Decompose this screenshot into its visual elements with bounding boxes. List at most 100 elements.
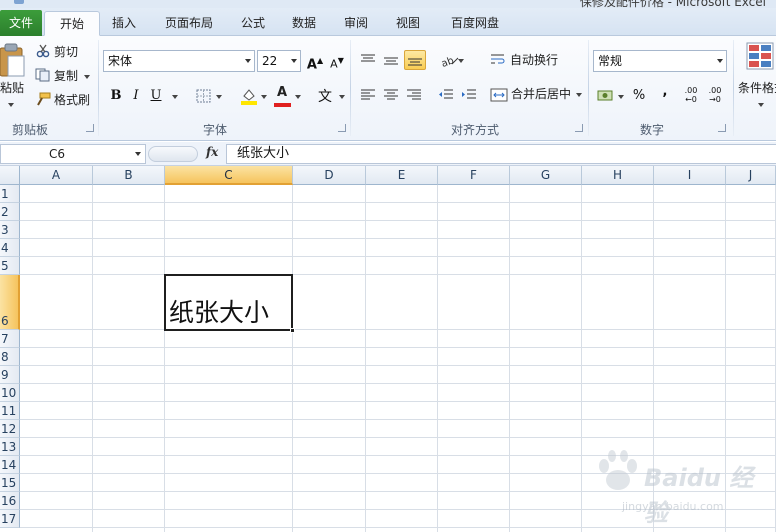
align-middle-icon[interactable] <box>383 53 399 67</box>
select-all-button[interactable] <box>0 166 20 185</box>
align-center-icon[interactable] <box>383 88 399 102</box>
row-header-17[interactable]: 17 <box>0 510 20 528</box>
percent-button[interactable]: % <box>630 87 648 105</box>
tab-view[interactable]: 视图 <box>386 11 430 36</box>
align-bottom-button[interactable] <box>404 50 426 70</box>
font-name-combo[interactable]: 宋体 <box>103 50 255 72</box>
tab-review[interactable]: 审阅 <box>334 11 378 36</box>
fill-color-dropdown-icon[interactable] <box>261 95 267 99</box>
currency-icon[interactable] <box>597 88 615 104</box>
orientation-icon[interactable]: ab <box>440 53 460 67</box>
italic-button[interactable]: I <box>127 87 145 105</box>
name-box-dropdown-icon[interactable] <box>135 152 141 156</box>
tab-file[interactable]: 文件 <box>0 10 42 37</box>
border-dropdown-icon[interactable] <box>216 95 222 99</box>
merge-dropdown-icon[interactable] <box>576 93 582 97</box>
worksheet-grid[interactable]: A B C D E F G H I J 1 2 3 4 5 6 7 8 9 10 11 12 13 14 15 16 17 纸张大小 … <box>0 166 776 532</box>
formula-input[interactable]: 纸张大小 <box>226 144 776 164</box>
number-format-dropdown-icon[interactable] <box>717 59 723 63</box>
tab-insert[interactable]: 插入 <box>102 11 146 36</box>
fill-color-icon[interactable] <box>240 87 258 105</box>
decrease-indent-icon[interactable] <box>438 88 454 102</box>
conditional-formatting-dropdown-icon[interactable] <box>758 103 764 107</box>
row-header-7[interactable]: 7 <box>0 330 20 348</box>
tab-home[interactable]: 开始 <box>44 11 100 36</box>
border-icon[interactable] <box>196 89 212 103</box>
cell-c6-value[interactable]: 纸张大小 <box>169 298 269 328</box>
name-box[interactable]: C6 <box>0 144 146 164</box>
paste-icon[interactable] <box>0 42 26 78</box>
fill-handle[interactable] <box>290 328 295 333</box>
conditional-formatting-button[interactable]: 条件格式 <box>738 78 776 98</box>
comma-button[interactable]: , <box>656 83 674 101</box>
column-header-f[interactable]: F <box>438 166 510 185</box>
wrap-text-button[interactable]: 自动换行 <box>510 50 558 70</box>
cut-button[interactable]: 剪切 <box>54 42 78 62</box>
orientation-dropdown-icon[interactable] <box>458 59 464 63</box>
underline-dropdown-icon[interactable] <box>172 95 178 99</box>
bold-button[interactable]: B <box>107 87 125 105</box>
row-header-1[interactable]: 1 <box>0 185 20 203</box>
font-launcher-icon[interactable] <box>338 124 346 132</box>
column-header-c[interactable]: C <box>165 166 293 185</box>
row-header-10[interactable]: 10 <box>0 384 20 402</box>
conditional-formatting-icon[interactable] <box>746 42 774 74</box>
column-header-j[interactable]: J <box>726 166 776 185</box>
copy-dropdown-icon[interactable] <box>84 75 90 79</box>
copy-button[interactable]: 复制 <box>54 66 78 86</box>
shrink-font-button[interactable]: A▼ <box>328 52 346 71</box>
quick-access-icon[interactable] <box>14 0 24 4</box>
tab-data[interactable]: 数据 <box>282 11 326 36</box>
align-left-icon[interactable] <box>360 88 376 102</box>
column-header-h[interactable]: H <box>582 166 654 185</box>
align-top-icon[interactable] <box>360 53 376 67</box>
paste-dropdown-icon[interactable] <box>8 103 14 107</box>
row-header-13[interactable]: 13 <box>0 438 20 456</box>
tab-formulas[interactable]: 公式 <box>232 11 274 36</box>
row-header-14[interactable]: 14 <box>0 456 20 474</box>
row-header-5[interactable]: 5 <box>0 257 20 275</box>
font-name-dropdown-icon[interactable] <box>245 59 251 63</box>
row-header-16[interactable]: 16 <box>0 492 20 510</box>
row-header-15[interactable]: 15 <box>0 474 20 492</box>
grow-font-button[interactable]: A▲ <box>306 52 324 72</box>
align-right-icon[interactable] <box>406 88 422 102</box>
paste-button[interactable]: 粘贴 <box>0 78 24 98</box>
column-header-g[interactable]: G <box>510 166 582 185</box>
decrease-decimal-button[interactable]: .00 →0 <box>706 86 724 104</box>
phonetic-button[interactable]: 文 <box>316 88 334 106</box>
tab-baidu-netdisk[interactable]: 百度网盘 <box>440 11 510 36</box>
alignment-launcher-icon[interactable] <box>575 124 583 132</box>
row-header-2[interactable]: 2 <box>0 203 20 221</box>
column-header-b[interactable]: B <box>93 166 165 185</box>
currency-dropdown-icon[interactable] <box>618 95 624 99</box>
column-header-a[interactable]: A <box>20 166 93 185</box>
column-header-e[interactable]: E <box>366 166 438 185</box>
font-color-dropdown-icon[interactable] <box>295 95 301 99</box>
row-header-3[interactable]: 3 <box>0 221 20 239</box>
row-header-12[interactable]: 12 <box>0 420 20 438</box>
row-header-8[interactable]: 8 <box>0 348 20 366</box>
column-header-i[interactable]: I <box>654 166 726 185</box>
phonetic-dropdown-icon[interactable] <box>339 95 345 99</box>
font-color-button[interactable]: A <box>273 84 291 102</box>
underline-button[interactable]: U <box>147 87 165 105</box>
row-header-4[interactable]: 4 <box>0 239 20 257</box>
increase-decimal-button[interactable]: .00 ←0 <box>682 86 700 104</box>
row-header-6[interactable]: 6 <box>0 275 20 330</box>
font-size-combo[interactable]: 22 <box>257 50 301 72</box>
increase-indent-icon[interactable] <box>461 88 477 102</box>
clipboard-launcher-icon[interactable] <box>86 124 94 132</box>
row-header-11[interactable]: 11 <box>0 402 20 420</box>
insert-function-icon[interactable]: fx <box>206 145 218 159</box>
number-launcher-icon[interactable] <box>718 124 726 132</box>
merge-center-button[interactable]: 合并后居中 <box>511 84 571 104</box>
format-painter-button[interactable]: 格式刷 <box>54 90 90 110</box>
column-header-d[interactable]: D <box>293 166 366 185</box>
formula-bar-resize-handle[interactable] <box>148 146 198 162</box>
tab-page-layout[interactable]: 页面布局 <box>154 11 224 36</box>
number-format-combo[interactable]: 常规 <box>593 50 727 72</box>
font-size-dropdown-icon[interactable] <box>291 59 297 63</box>
window-title: 保修及配件价格 - Microsoft Excel <box>579 0 766 8</box>
row-header-9[interactable]: 9 <box>0 366 20 384</box>
